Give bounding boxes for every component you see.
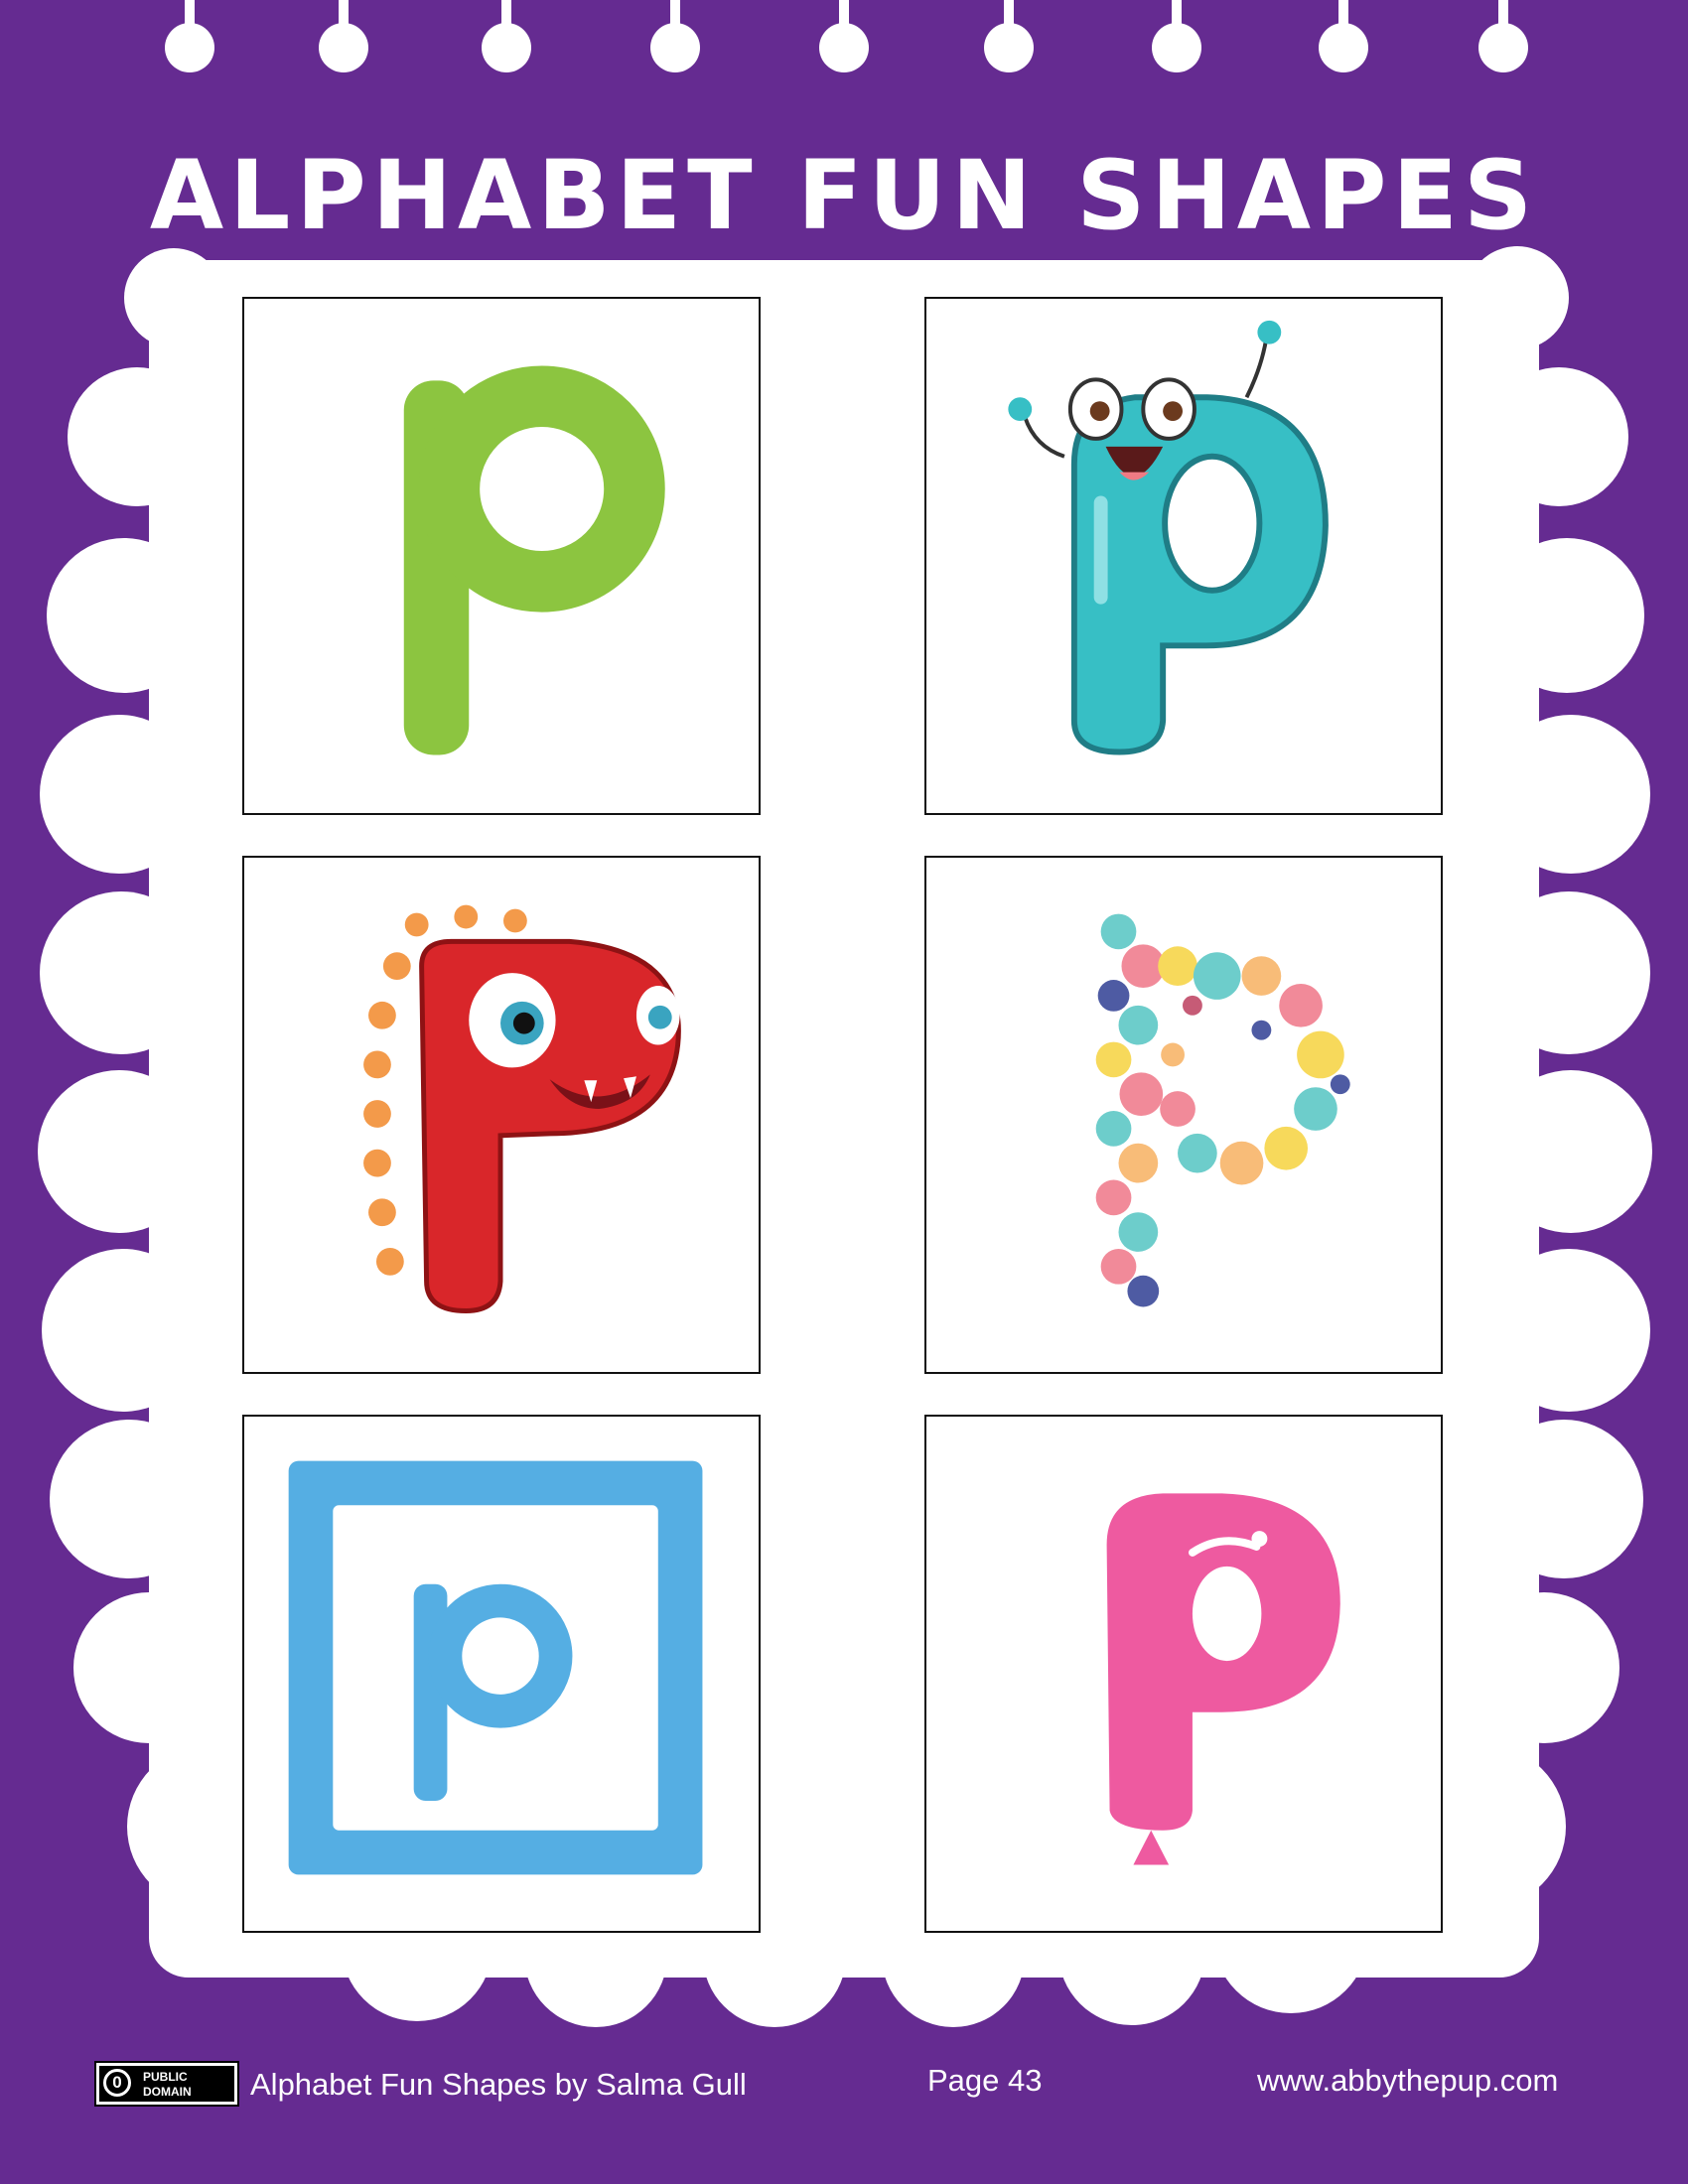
card-blue-framed-p — [242, 1415, 761, 1933]
card-pink-balloon-p — [924, 1415, 1443, 1933]
license-line2: DOMAIN — [143, 2085, 192, 2099]
zero-icon: 0 — [103, 2069, 131, 2097]
page-number: Page 43 — [927, 2063, 1043, 2098]
red-monster-p-icon — [363, 904, 681, 1313]
bubble-p-icon — [1095, 913, 1350, 1307]
pink-balloon-p-icon — [1106, 1493, 1340, 1865]
card-teal-cartoon-p — [924, 297, 1443, 815]
card-red-monster-p — [242, 856, 761, 1374]
card-bubble-p — [924, 856, 1443, 1374]
card-green-p — [242, 297, 761, 815]
green-lowercase-p — [403, 365, 665, 755]
license-line1: PUBLIC — [143, 2070, 188, 2084]
credit-text: Alphabet Fun Shapes by Salma Gull — [250, 2067, 747, 2102]
teal-cartoon-p-icon — [1008, 320, 1329, 755]
website-link[interactable]: www.abbythepup.com — [1257, 2063, 1558, 2099]
public-domain-badge: 0 PUBLIC DOMAIN — [94, 2061, 239, 2107]
blue-framed-p — [288, 1460, 703, 1875]
footer: 0 PUBLIC DOMAIN Alphabet Fun Shapes by S… — [0, 2053, 1688, 2113]
